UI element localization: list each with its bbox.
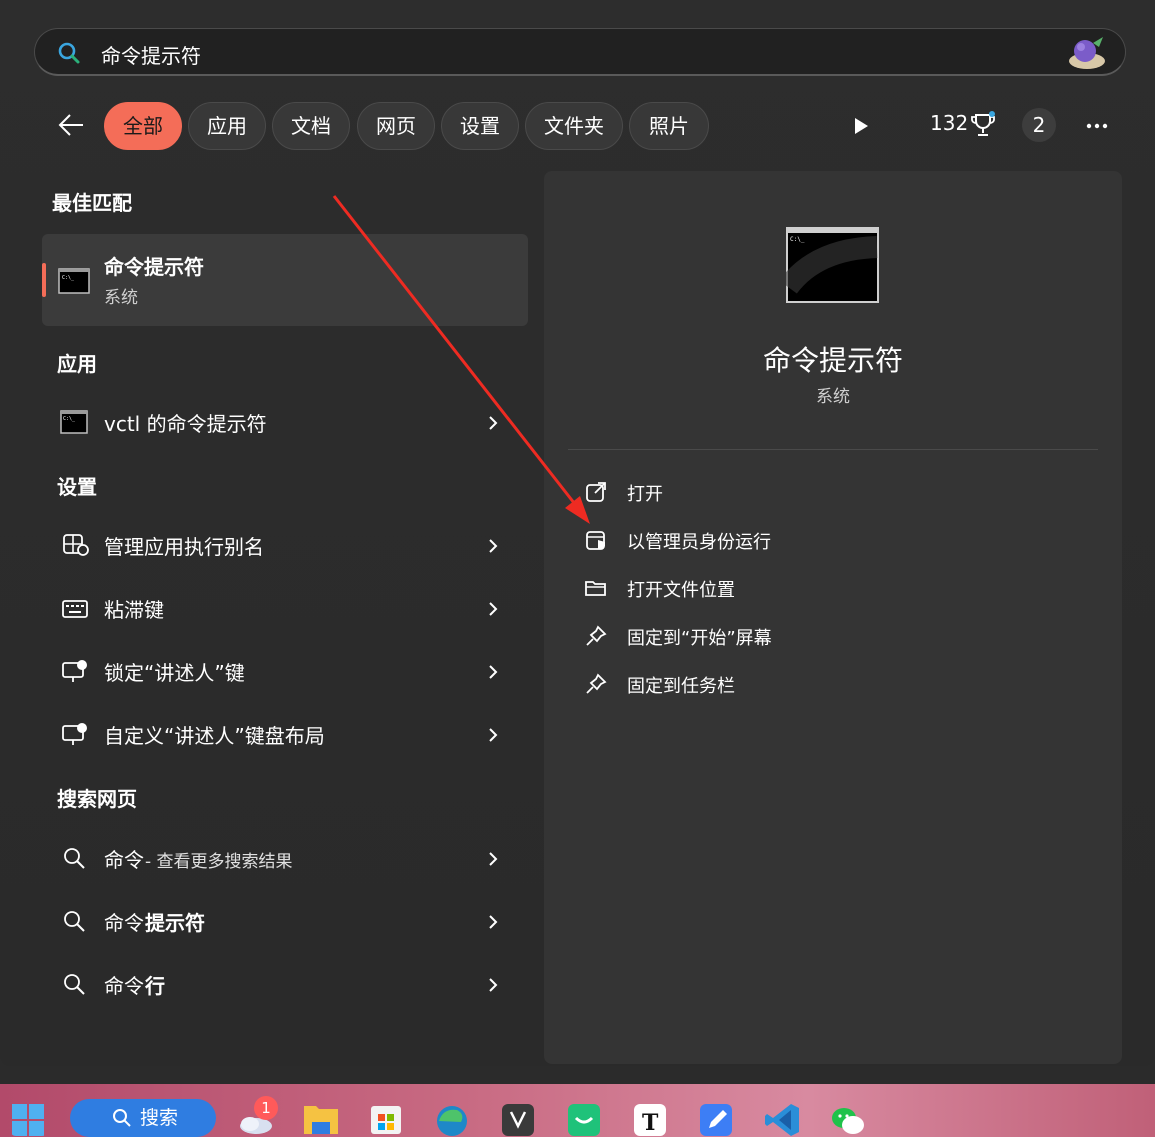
action-label: 固定到任务栏 <box>627 676 735 697</box>
app-row-label: vctl 的命令提示符 <box>104 412 267 436</box>
best-match-subtitle: 系统 <box>104 288 138 308</box>
preview-subtitle: 系统 <box>816 387 850 407</box>
open-external-icon <box>586 482 606 502</box>
green-app-icon[interactable] <box>565 1098 603 1136</box>
chevron-right-icon[interactable] <box>486 725 500 745</box>
action-label: 固定到“开始”屏幕 <box>627 628 772 649</box>
command-prompt-icon: C:\_ <box>58 268 90 294</box>
microsoft-store-icon[interactable] <box>367 1098 405 1136</box>
filter-chip-all[interactable]: 全部 <box>104 102 182 150</box>
rewards-points: 132 <box>930 111 969 135</box>
chevron-right-icon[interactable] <box>486 662 500 682</box>
search-icon <box>58 42 80 64</box>
notes-app-icon[interactable] <box>697 1098 735 1136</box>
svg-text:C:\_: C:\_ <box>790 236 805 243</box>
svg-text:C:\_: C:\_ <box>62 275 75 281</box>
taskbar-search-button[interactable]: 搜索 <box>70 1099 216 1137</box>
web-row-suffix: 行 <box>145 974 165 998</box>
filter-chip-photos[interactable]: 照片 <box>629 102 709 150</box>
app-dark-icon[interactable] <box>499 1098 537 1136</box>
web-row-prefix: 命令 <box>104 848 144 872</box>
typora-icon[interactable]: T <box>631 1098 669 1136</box>
wechat-icon[interactable] <box>829 1098 867 1136</box>
narrator-icon <box>62 660 87 682</box>
web-row-prefix: 命令 <box>104 911 144 935</box>
svg-text:T: T <box>642 1110 659 1136</box>
search-icon <box>64 848 85 869</box>
pin-icon <box>586 625 607 646</box>
chevron-right-icon[interactable] <box>486 975 500 995</box>
action-label: 以管理员身份运行 <box>627 532 771 553</box>
best-match-title: 命令提示符 <box>104 255 204 279</box>
keyboard-icon <box>62 600 88 618</box>
web-row-suffix: - 查看更多搜索结果 <box>145 852 293 872</box>
web-row-prefix: 命令 <box>104 974 144 998</box>
settings-row-label: 锁定“讲述人”键 <box>104 661 245 685</box>
search-input[interactable]: 命令提示符 <box>101 40 201 69</box>
more-options-icon[interactable] <box>1084 116 1110 136</box>
file-explorer-icon[interactable] <box>302 1098 340 1136</box>
edge-browser-icon[interactable] <box>433 1098 471 1136</box>
filter-chip-settings[interactable]: 设置 <box>441 102 519 150</box>
filter-chip-apps[interactable]: 应用 <box>188 102 266 150</box>
settings-row-label: 粘滞键 <box>104 598 164 622</box>
best-match-card[interactable] <box>42 234 528 326</box>
search-icon <box>64 974 85 995</box>
settings-row-label: 管理应用执行别名 <box>104 535 264 559</box>
command-prompt-icon: C:\_ <box>60 410 88 434</box>
chevron-right-icon[interactable] <box>486 849 500 869</box>
search-bar[interactable]: 命令提示符 <box>34 28 1126 76</box>
filter-chip-folders[interactable]: 文件夹 <box>525 102 623 150</box>
selection-indicator <box>42 263 46 297</box>
search-icon <box>113 1109 131 1127</box>
vscode-icon[interactable] <box>763 1098 801 1136</box>
trophy-icon[interactable] <box>970 111 996 139</box>
taskbar-search-label: 搜索 <box>140 1107 179 1129</box>
weather-badge: 1 <box>254 1096 278 1120</box>
svg-text:C:\_: C:\_ <box>63 416 76 422</box>
admin-shield-icon <box>586 531 605 550</box>
search-icon <box>64 911 85 932</box>
section-title-best-match: 最佳匹配 <box>52 191 132 215</box>
web-row-suffix: 提示符 <box>145 911 205 935</box>
filter-chip-web[interactable]: 网页 <box>357 102 435 150</box>
action-label: 打开 <box>627 484 663 505</box>
section-title-apps: 应用 <box>57 352 97 376</box>
chevron-right-icon[interactable] <box>486 413 500 433</box>
section-title-settings: 设置 <box>57 475 97 499</box>
settings-row-label: 自定义“讲述人”键盘布局 <box>104 724 325 748</box>
chevron-right-icon[interactable] <box>486 912 500 932</box>
section-title-web: 搜索网页 <box>57 787 137 811</box>
app-alias-icon <box>63 534 89 556</box>
chevron-right-icon[interactable] <box>486 599 500 619</box>
windows-start-icon[interactable] <box>10 1098 48 1136</box>
filter-chip-documents[interactable]: 文档 <box>272 102 350 150</box>
command-prompt-large-icon: C:\_ <box>786 227 879 303</box>
copilot-avatar-icon[interactable] <box>1065 33 1109 73</box>
pin-icon <box>586 673 607 694</box>
narrator-icon <box>62 723 87 745</box>
play-icon[interactable] <box>852 116 870 136</box>
back-arrow-icon[interactable] <box>56 112 86 138</box>
chevron-right-icon[interactable] <box>486 536 500 556</box>
preview-title: 命令提示符 <box>762 344 903 377</box>
preview-divider <box>568 449 1098 450</box>
action-label: 打开文件位置 <box>627 580 735 601</box>
folder-icon <box>585 581 606 596</box>
notification-count-badge[interactable]: 2 <box>1022 108 1056 142</box>
